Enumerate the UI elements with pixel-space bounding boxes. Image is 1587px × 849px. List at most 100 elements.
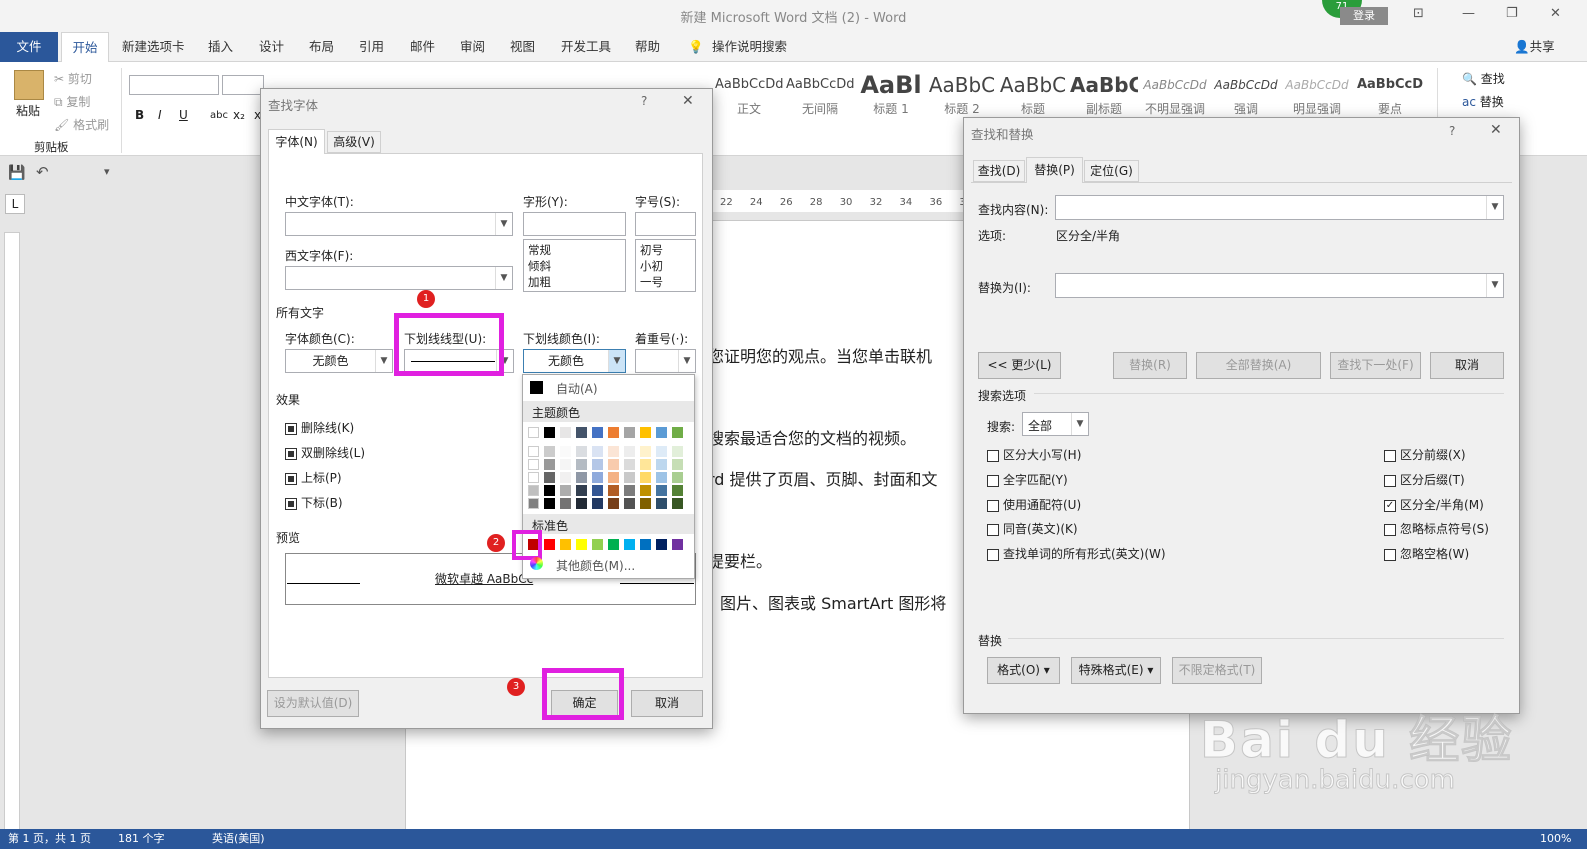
tab-new[interactable]: 新建选项卡 [122,32,185,62]
theme-color-swatch[interactable] [592,459,603,470]
theme-color-swatch[interactable] [656,459,667,470]
close-icon[interactable]: ✕ [682,93,694,109]
theme-color-swatch[interactable] [624,427,635,438]
ignore-space-checkbox[interactable]: 忽略空格(W) [1384,545,1469,562]
theme-color-swatch[interactable] [544,472,555,483]
standard-color-swatch[interactable] [560,539,571,550]
font-style-input[interactable] [523,212,626,236]
emphasis-combo[interactable]: ▼ [635,349,696,373]
customize-toolbar-icon[interactable]: ▾ [104,165,110,178]
special-button[interactable]: 特殊格式(E) ▾ [1071,657,1161,684]
theme-color-swatch[interactable] [576,459,587,470]
cancel-button[interactable]: 取消 [631,690,703,717]
checkbox[interactable] [1384,474,1396,487]
chevron-down-icon[interactable]: ▼ [678,350,695,372]
close-icon[interactable]: ✕ [1550,6,1561,21]
style-emphasis[interactable]: AaBbCcDd 强调 [1212,70,1280,122]
sounds-like-checkbox[interactable]: 同音(英文)(K) [987,520,1078,537]
zoom-level[interactable]: 100% [1540,829,1571,849]
cut-button[interactable]: ✂ 剪切 [54,70,92,87]
theme-color-swatch[interactable] [672,485,683,496]
theme-color-swatch[interactable] [560,459,571,470]
replace-with-input[interactable]: ▼ [1055,273,1504,298]
chevron-down-icon[interactable]: ▼ [495,267,512,289]
style-no-spacing[interactable]: AaBbCcDd 无间隔 [786,70,854,122]
theme-color-swatch[interactable] [528,446,539,457]
style-heading2[interactable]: AaBbC 标题 2 [928,70,996,122]
theme-color-swatch[interactable] [560,446,571,457]
list-item[interactable]: 初号 [640,242,691,258]
theme-color-swatch[interactable] [672,472,683,483]
match-prefix-checkbox[interactable]: 区分前缀(X) [1384,446,1466,463]
auto-color-option[interactable]: 自动(A) [556,380,598,397]
checkbox[interactable] [987,548,999,561]
format-button[interactable]: 格式(O) ▾ [987,657,1060,684]
theme-color-swatch[interactable] [656,446,667,457]
theme-color-swatch[interactable] [640,498,651,509]
chevron-down-icon[interactable]: ▼ [375,350,392,372]
paste-label[interactable]: 粘贴 [16,102,40,119]
theme-color-swatch[interactable] [624,472,635,483]
standard-color-swatch[interactable] [640,539,651,550]
checkbox[interactable] [987,474,999,487]
theme-color-swatch[interactable] [640,459,651,470]
theme-color-swatch[interactable] [592,446,603,457]
theme-color-swatch[interactable] [608,485,619,496]
theme-color-swatch[interactable] [560,427,571,438]
tab-insert[interactable]: 插入 [208,32,233,62]
language[interactable]: 英语(美国) [212,829,265,849]
match-suffix-checkbox[interactable]: 区分后缀(T) [1384,471,1465,488]
theme-color-swatch[interactable] [544,485,555,496]
theme-color-swatch[interactable] [560,472,571,483]
theme-color-swatch[interactable] [528,459,539,470]
theme-color-swatch[interactable] [608,427,619,438]
cancel-button[interactable]: 取消 [1430,352,1504,379]
theme-color-swatch[interactable] [656,427,667,438]
chevron-down-icon[interactable]: ▼ [1486,274,1503,297]
auto-color-swatch[interactable] [530,381,543,394]
format-painter-button[interactable]: 🖌 格式刷 [54,116,109,133]
word-forms-checkbox[interactable]: 查找单词的所有形式(英文)(W) [987,545,1166,562]
underline-color-combo[interactable]: 无颜色 ▼ [523,349,626,373]
checkbox[interactable] [987,449,999,462]
whole-word-checkbox[interactable]: 全字匹配(Y) [987,471,1068,488]
theme-color-swatch[interactable] [576,446,587,457]
tab-goto[interactable]: 定位(G) [1084,160,1139,182]
help-icon[interactable]: ? [641,94,647,108]
standard-color-swatch[interactable] [544,539,555,550]
search-direction-combo[interactable]: 全部 ▼ [1022,412,1089,436]
superscript-checkbox[interactable]: 上标(P) [285,469,342,486]
font-color-combo[interactable]: 无颜色 ▼ [285,349,393,373]
theme-color-swatch[interactable] [560,485,571,496]
word-count[interactable]: 181 个字 [118,829,165,849]
less-button[interactable]: << 更少(L) [978,352,1061,379]
match-width-checkbox[interactable]: ✓ 区分全/半角(M) [1384,496,1484,513]
list-item[interactable]: 常规 [528,242,621,258]
undo-icon[interactable]: ↶ [36,163,49,181]
theme-color-swatch[interactable] [592,472,603,483]
tab-home[interactable]: 开始 [61,32,109,62]
theme-color-swatch[interactable] [592,498,603,509]
theme-color-swatch[interactable] [624,498,635,509]
theme-color-swatch[interactable] [576,485,587,496]
tab-replace[interactable]: 替换(P) [1026,157,1083,183]
theme-color-swatch[interactable] [608,459,619,470]
strikethrough-checkbox[interactable]: 删除线(K) [285,419,354,436]
checkbox-indeterminate[interactable] [285,497,297,510]
login-button[interactable]: 登录 [1340,7,1388,25]
theme-color-swatch[interactable] [656,472,667,483]
replace-button[interactable]: 替换(R) [1113,352,1187,379]
set-default-button[interactable]: 设为默认值(D) [267,690,359,717]
standard-color-swatch[interactable] [576,539,587,550]
theme-color-swatch[interactable] [528,485,539,496]
standard-color-swatch[interactable] [592,539,603,550]
standard-color-swatch[interactable] [672,539,683,550]
font-name-combo[interactable] [129,75,219,95]
theme-color-swatch[interactable] [608,446,619,457]
theme-color-swatch[interactable] [544,446,555,457]
style-intense-emphasis[interactable]: AaBbCcDd 明显强调 [1283,70,1351,122]
checkbox[interactable] [987,523,999,536]
theme-color-swatch[interactable] [640,472,651,483]
page-count[interactable]: 第 1 页，共 1 页 [8,829,91,849]
theme-color-swatch[interactable] [528,472,539,483]
